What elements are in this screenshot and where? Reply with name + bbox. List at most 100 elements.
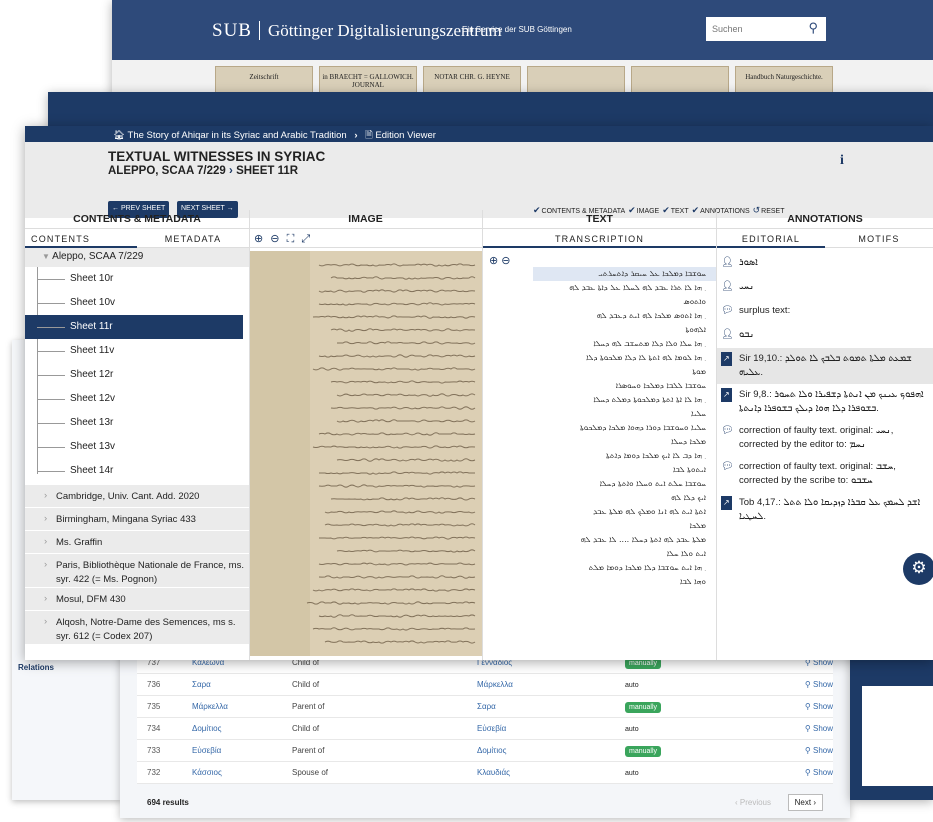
relation-mode-cell: auto: [625, 768, 785, 777]
relation-from-link[interactable]: Κάσσιος: [192, 768, 292, 777]
show-button[interactable]: ⚲ Show: [785, 746, 833, 755]
annotation-text: correction of faulty text. original: ܢܚܝ…: [739, 425, 893, 450]
fullscreen-icon[interactable]: ⤢: [301, 233, 312, 245]
annotation-text: Sir 9,8.: ܐܗܦܘܟ ܥܝܢܟ ܡܢ ܐܢܬܬܐ ܕܫܦܝܪܐ ܘܠܐ…: [739, 389, 924, 414]
show-button[interactable]: ⚲ Show: [785, 702, 833, 711]
relation-type: Parent of: [292, 746, 477, 755]
tab-metadata[interactable]: METADATA: [137, 229, 249, 248]
relation-to-link[interactable]: Μάρκελλα: [477, 680, 625, 689]
image-viewer[interactable]: [249, 248, 482, 660]
tree-root-item[interactable]: ▼ Aleppo, SCAA 7/229: [25, 248, 249, 267]
tab-transcription[interactable]: TRANSCRIPTION: [483, 229, 716, 248]
site-logo[interactable]: SUB Göttinger Digitalisierungszentrum: [212, 20, 502, 42]
transcription-line: ܚܘܫܒܐ ܚܠܬ ܐܝܬ ܘܚܠܐ ܘܐܬܬܐ ܕܚܠܐ: [483, 477, 716, 491]
tree-group-item[interactable]: Mosul, DFM 430: [25, 588, 249, 610]
relation-from-link[interactable]: Δομίτιος: [192, 724, 292, 733]
tree-group-item[interactable]: Ms. Graffin: [25, 531, 249, 553]
tree-item-sheet[interactable]: Sheet 12r: [25, 363, 249, 387]
transcription-line: ܐܬܬܐ ܐܝܬ ܠܗ ܐܢܐ ܘܡܠܟ ܠܗ ܡܠܬܐ ܥܒܕ: [483, 505, 716, 519]
relation-to-link[interactable]: Σαρα: [477, 702, 625, 711]
relation-from-link[interactable]: Σαρα: [192, 680, 292, 689]
logo-text: SUB: [212, 20, 252, 41]
relation-to-link[interactable]: Εὐσεβία: [477, 724, 625, 733]
person-icon: 👤︎: [721, 280, 734, 294]
show-label: Show: [813, 724, 833, 733]
comment-icon: 💬︎: [721, 460, 734, 474]
search-icon: ⚲: [805, 724, 813, 733]
show-label: Show: [813, 746, 833, 755]
search-icon[interactable]: ⚲: [808, 20, 818, 36]
tab-motifs[interactable]: MOTIFS: [825, 229, 933, 248]
tree-item-sheet[interactable]: Sheet 11r: [25, 315, 243, 339]
tree-item-sheet[interactable]: Sheet 13v: [25, 435, 249, 459]
zoom-in-icon[interactable]: ⊕: [489, 255, 498, 267]
zoom-out-icon[interactable]: ⊖: [270, 233, 281, 245]
search-input[interactable]: ⚲ Suchen: [706, 17, 826, 41]
relation-from-link[interactable]: Μάρκελλα: [192, 702, 292, 711]
tab-editorial[interactable]: EDITORIAL: [717, 229, 825, 248]
annotation-item[interactable]: ↗ Sir 19,10.: ܫܡܥܬ ܡܠܬܐ ܬܡܘܬ ܒܠܒܟ ܠܐ ܬܘܠܕ…: [717, 348, 933, 384]
home-icon[interactable]: 🏠︎: [113, 130, 125, 141]
settings-gear-icon[interactable]: ⚙: [903, 553, 933, 585]
tree-root-label: Aleppo, SCAA 7/229: [52, 251, 143, 262]
tab-contents[interactable]: CONTENTS: [25, 229, 137, 248]
relation-to-link[interactable]: Δομίτιος: [477, 746, 625, 755]
manuscript-name[interactable]: ALEPPO, SCAA 7/229: [108, 165, 226, 177]
annotation-item[interactable]: 💬︎ correction of faulty text. original: ܢ…: [717, 420, 933, 456]
next-page-button[interactable]: Next ›: [788, 794, 823, 811]
tree-item-sheet[interactable]: Sheet 10r: [25, 267, 249, 291]
annotation-item[interactable]: ↗ Sir 9,8.: ܐܗܦܘܟ ܥܝܢܟ ܡܢ ܐܢܬܬܐ ܕܫܦܝܪܐ ܘܠ…: [717, 384, 933, 420]
transcription-line: ܐܝܬ ܘܠܐ ܚܠܐ: [483, 547, 716, 561]
mode-badge: auto: [625, 726, 639, 733]
manuscript-image[interactable]: [250, 251, 482, 656]
image-panel-header: IMAGE: [249, 210, 482, 229]
annotation-item[interactable]: 👤︎ ܢܒܘ: [717, 324, 933, 348]
breadcrumb-home[interactable]: The Story of Ahiqar in its Syriac and Ar…: [128, 130, 347, 141]
edition-viewer-window: 🏠︎ The Story of Ahiqar in its Syriac and…: [25, 126, 933, 660]
tree-group-item[interactable]: Cambridge, Univ. Cant. Add. 2020: [25, 485, 249, 507]
show-button[interactable]: ⚲ Show: [785, 724, 833, 733]
tree-group-item[interactable]: Birmingham, Mingana Syriac 433: [25, 508, 249, 530]
annotation-item[interactable]: ↗ Tob 4,17.: ܐܫܕ ܠܚܡܟ ܥܠ ܩܒܪܐ ܕܙܕܝܩܐ ܘܠܐ …: [717, 492, 933, 528]
transcription-line: ܡܠܬܐ ܥܒܕ ܠܗ ܐܬܬܐ ܕܚܠܐ .... ܠܐ ܥܒܕ ܠܗ: [483, 533, 716, 547]
relation-mode-cell: auto: [625, 680, 785, 689]
annotation-text: ܐܣܘܪ: [739, 257, 758, 268]
zoom-out-icon[interactable]: ⊖: [501, 255, 510, 267]
relation-from-link[interactable]: Εὐσεβία: [192, 746, 292, 755]
comment-icon: 💬︎: [721, 304, 734, 318]
annotation-list: 👤︎ ܐܣܘܪ 👤︎ ܢܚܝ 💬︎ surplus text: 👤︎ ܢܒܘ ↗ Sir 19,1…: [717, 252, 933, 528]
relation-to-link[interactable]: Κλαυδιάς: [477, 768, 625, 777]
tree-item-sheet[interactable]: Sheet 10v: [25, 291, 249, 315]
show-button[interactable]: ⚲ Show: [785, 768, 833, 777]
caret-down-icon: ▼: [42, 252, 50, 261]
previous-page-button[interactable]: ‹ Previous: [735, 798, 771, 807]
external-link-icon: ↗: [721, 352, 732, 366]
annotation-item[interactable]: 👤︎ ܢܚܝ: [717, 276, 933, 300]
info-icon[interactable]: i: [840, 153, 844, 169]
fit-screen-icon[interactable]: ⛶: [287, 233, 297, 245]
zoom-in-icon[interactable]: ⊕: [254, 233, 265, 245]
transcription-line: ܘܗܐ ܠܒܐ: [483, 575, 716, 589]
transcription-panel: ⊕ ⊖ ܚܘܫܒܐ ܕܡܠܟܐ ܥܠ ܚܝܩܪ ܕܐܬܚܪܬܝ ܂ ܗܐ ܠܐ ܬ…: [483, 248, 716, 660]
tree-group-item[interactable]: Alqosh, Notre-Dame des Semences, ms s. s…: [25, 611, 249, 644]
page-title: TEXTUAL WITNESSES IN SYRIAC: [108, 149, 325, 164]
annotation-item[interactable]: 💬︎ correction of faulty text. original: ܚ…: [717, 456, 933, 492]
tree-item-sheet[interactable]: Sheet 11v: [25, 339, 249, 363]
show-label: Show: [813, 768, 833, 777]
mode-badge: auto: [625, 682, 639, 689]
show-label: Show: [813, 680, 833, 689]
tree-item-sheet[interactable]: Sheet 12v: [25, 387, 249, 411]
tree-item-sheet[interactable]: Sheet 14r: [25, 459, 249, 483]
text-panel-header: TEXT: [483, 210, 716, 229]
annotation-text: Tob 4,17.: ܐܫܕ ܠܚܡܟ ܥܠ ܩܒܪܐ ܕܙܕܝܩܐ ܘܠܐ ܬ…: [739, 497, 920, 522]
transcription-line: ܡܠܟܐ: [483, 519, 716, 533]
annotation-item[interactable]: 💬︎ surplus text:: [717, 300, 933, 324]
show-button[interactable]: ⚲ Show: [785, 680, 833, 689]
transcription-line: ܚܠܝܐ ܘܚܘܫܒܐ ܕܘܪܐ ܕܗܘܐ ܡܠܟܐ ܕܡܠܟܘܬܐ: [483, 421, 716, 435]
relation-id: 736: [137, 680, 192, 689]
annotation-item[interactable]: 👤︎ ܐܣܘܪ: [717, 252, 933, 276]
tree-item-sheet[interactable]: Sheet 13r: [25, 411, 249, 435]
transcription-lines: ܚܘܫܒܐ ܕܡܠܟܐ ܥܠ ܚܝܩܪ ܕܐܬܚܪܬܝ ܂ ܗܐ ܠܐ ܬܪܐ ܥ…: [483, 267, 716, 589]
tree-group-item[interactable]: Paris, Bibliothèque Nationale de France,…: [25, 554, 249, 587]
breadcrumb: 🏠︎ The Story of Ahiqar in its Syriac and…: [25, 126, 933, 142]
